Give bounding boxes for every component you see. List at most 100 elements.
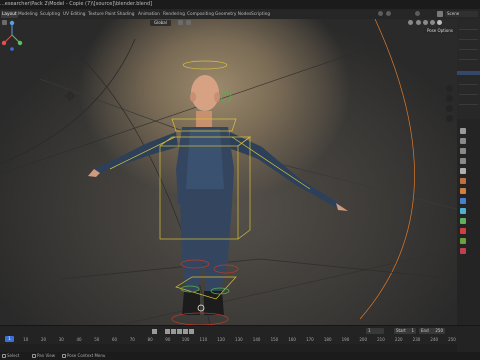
snap-icon[interactable] [186,20,191,25]
tab-layout[interactable]: Layout [1,11,18,18]
frame-tick-label: 120 [217,337,225,342]
frame-tick-label: 110 [199,337,208,342]
frame-tick-label: 200 [359,337,368,342]
jump-keyframe-back-icon[interactable] [165,329,170,334]
scene-icon [437,11,443,17]
tab-modeling[interactable]: Modeling [17,11,39,18]
tab-uv-editing[interactable]: UV Editing [62,11,86,18]
particles-tab-icon[interactable] [460,208,466,214]
frame-tick-label: 160 [288,337,296,342]
frame-tick-label: 80 [147,337,153,342]
mouse-right-icon [62,354,66,358]
playback-controls: 1 Start 1 End 250 [0,327,480,336]
solid-shading-icon[interactable] [423,20,428,25]
frame-tick-label: 90 [165,337,171,342]
floor-curve [59,258,457,280]
frame-tick-label: 180 [323,337,332,342]
material-shading-icon[interactable] [430,20,435,25]
camera-view-icon[interactable] [446,105,453,112]
frame-tick-label: 250 [448,337,456,342]
view-layer-tab-icon[interactable] [460,158,466,164]
start-frame-label: Start [396,328,406,333]
tool-tab-icon[interactable] [460,128,466,134]
tab-shading[interactable]: Shading [116,11,135,18]
status-context: Pose Context Menu [62,353,105,358]
tab-geometry-nodes[interactable]: Geometry Nodes [214,11,252,18]
frame-tick-label: 40 [76,337,82,342]
playhead[interactable]: 1 [5,336,14,342]
curve-outline [0,38,136,165]
viewport-scene [0,19,457,325]
select-hint: Select [7,353,20,358]
timeline-track[interactable] [0,344,457,352]
frame-tick-label: 70 [129,337,135,342]
pose-options-button[interactable]: Pose Options [424,28,456,34]
viewport-header: Global [0,19,457,27]
end-frame-field[interactable]: End 250 [419,328,445,334]
jump-end-icon[interactable] [189,329,194,334]
frame-tick-label: 130 [235,337,243,342]
frame-tick-label: 100 [181,337,190,342]
output-tab-icon[interactable] [460,148,466,154]
tab-compositing[interactable]: Compositing [186,11,215,18]
tab-scripting[interactable]: Scripting [250,11,271,18]
scene-tab-icon[interactable] [460,168,466,174]
jump-keyframe-forward-icon[interactable] [183,329,188,334]
frame-tick-label: 170 [306,337,314,342]
wireframe-shading-icon[interactable] [416,20,421,25]
render-tab-icon[interactable] [460,138,466,144]
status-select: Select [2,353,19,358]
3d-viewport[interactable]: Global Pose Options [0,19,457,325]
tab-sculpting[interactable]: Sculpting [39,11,61,18]
workspace-tab-bar: Layout Modeling Sculpting UV Editing Tex… [0,9,480,19]
frame-tick-label: 20 [40,337,47,342]
tab-rendering[interactable]: Rendering [162,11,186,18]
properties-tabs [460,124,468,324]
frame-tick-label: 150 [270,337,279,342]
material-tab-icon[interactable] [460,248,466,254]
world-tab-icon[interactable] [460,178,466,184]
navigation-gizmo-icon[interactable] [0,19,24,53]
pan-hint: Pan View [37,353,55,358]
modifier-tab-icon[interactable] [460,198,466,204]
mouse-left-icon [2,354,6,358]
object-tab-icon[interactable] [460,188,466,194]
frame-tick-label: 240 [430,337,439,342]
data-tab-icon[interactable] [460,238,466,244]
sphere-icon[interactable] [386,11,391,16]
current-frame-field[interactable]: 1 [366,328,384,334]
frame-ruler[interactable]: 0102030405060708090100110120130140150160… [0,337,457,343]
frame-tick-label: 230 [412,337,421,342]
outliner-panel[interactable] [457,19,480,119]
rendered-shading-icon[interactable] [437,20,442,25]
perspective-toggle-icon[interactable] [446,115,453,122]
transform-orientation-select[interactable]: Global [150,20,171,26]
physics-tab-icon[interactable] [460,218,466,224]
zoom-icon[interactable] [446,85,453,92]
outliner-selected-row[interactable] [457,71,480,75]
frame-tick-label: 50 [94,337,100,342]
transform-icon[interactable] [378,11,383,16]
xray-icon[interactable] [408,20,413,25]
play-reverse-icon[interactable] [171,329,176,334]
tab-animation[interactable]: Animation [137,11,161,18]
play-icon[interactable] [177,329,182,334]
head-control [182,60,228,70]
timeline-editor: 1 Start 1 End 250 0102030405060708090100… [0,325,480,352]
layers-icon[interactable] [415,11,420,16]
right-panels [457,19,480,325]
title-bar: ...esearcher\Pack 2\Model - Copie (7)\[s… [0,0,480,9]
pan-hand-icon[interactable] [446,95,453,102]
jump-start-icon[interactable] [152,329,157,334]
window-title: ...esearcher\Pack 2\Model - Copie (7)\[s… [0,1,153,7]
end-frame-value: 250 [435,328,443,333]
frame-tick-label: 140 [252,337,261,342]
status-bar: Select Pan View Pose Context Menu [0,352,480,360]
start-frame-value: 1 [411,328,414,333]
tab-texture-paint[interactable]: Texture Paint [87,11,117,18]
scene-selector[interactable]: Scene [445,11,478,17]
guide-line [119,248,457,325]
pivot-point-icon[interactable] [178,20,183,25]
start-frame-field[interactable]: Start 1 [394,328,416,334]
constraints-tab-icon[interactable] [460,228,466,234]
